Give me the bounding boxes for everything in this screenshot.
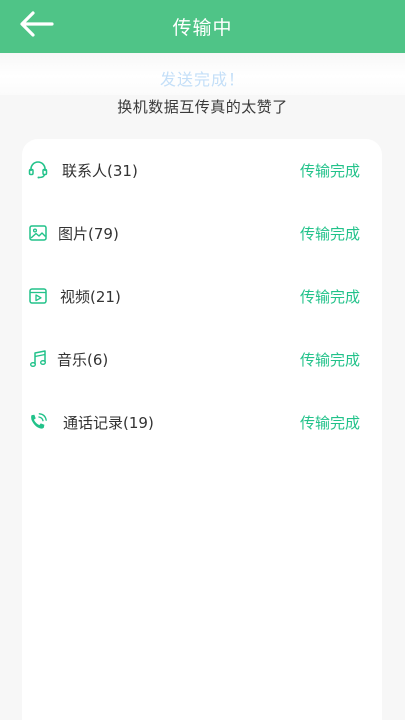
- item-label: 音乐(6): [57, 351, 109, 369]
- item-label: 联系人(31): [62, 162, 138, 180]
- phone-call-icon: [28, 412, 48, 432]
- item-label: 视频(21): [60, 288, 121, 306]
- image-icon: [28, 223, 48, 243]
- music-note-icon: [28, 349, 48, 369]
- list-item-music[interactable]: 音乐(6) 传输完成: [22, 339, 382, 379]
- item-label: 图片(79): [58, 225, 119, 243]
- arrow-left-icon: [18, 11, 54, 41]
- list-item-call-log[interactable]: 通话记录(19) 传输完成: [22, 402, 382, 442]
- list-item-contacts[interactable]: 联系人(31) 传输完成: [22, 150, 382, 190]
- list-item-videos[interactable]: 视频(21) 传输完成: [22, 276, 382, 316]
- item-status: 传输完成: [299, 351, 360, 369]
- subtitle-text: 换机数据互传真的太赞了: [117, 98, 288, 116]
- app-header: 传输中: [0, 0, 405, 53]
- transfer-status-text: 发送完成！: [159, 70, 245, 89]
- item-status: 传输完成: [299, 414, 360, 432]
- page-title: 传输中: [172, 17, 233, 39]
- item-status: 传输完成: [299, 225, 360, 243]
- item-status: 传输完成: [299, 288, 360, 306]
- item-label: 通话记录(19): [63, 414, 154, 432]
- item-status: 传输完成: [299, 162, 360, 180]
- transfer-list-card: 联系人(31) 传输完成 图片(79) 传输完成 视频(21) 传输完成 音乐(…: [22, 139, 382, 720]
- list-item-images[interactable]: 图片(79) 传输完成: [22, 213, 382, 253]
- video-icon: [28, 286, 48, 306]
- headset-icon: [28, 160, 48, 180]
- back-button[interactable]: [18, 11, 58, 41]
